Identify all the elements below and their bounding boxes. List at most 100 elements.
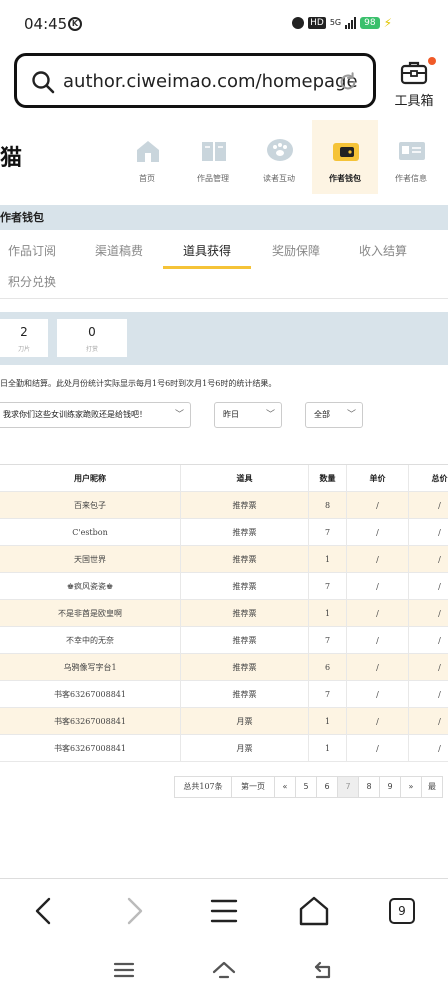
tab-items-received[interactable]: 道具获得 [183, 242, 231, 259]
tab-points-exchange[interactable]: 积分兑换 [8, 273, 56, 290]
nav-label: 首页 [139, 174, 155, 183]
table-cell: / [346, 492, 408, 519]
table-cell: 7 [308, 573, 346, 600]
stat-blade: 2 刀片 [0, 319, 48, 357]
table-cell: / [408, 681, 448, 708]
system-home-icon[interactable] [212, 958, 236, 982]
table-row: 百来包子 推荐票 8// [0, 492, 448, 519]
url-text[interactable]: author.ciweimao.com/homepage [63, 71, 358, 92]
tab-subscriptions[interactable]: 作品订阅 [8, 242, 56, 259]
page-button[interactable]: 6 [316, 776, 338, 798]
table-cell: 推荐票 [180, 627, 308, 654]
type-select[interactable]: 全部 ﹀ [305, 402, 363, 428]
table-cell: / [346, 735, 408, 762]
clock: 04:45 [24, 15, 68, 33]
site-logo[interactable]: 猫 [0, 140, 22, 172]
table-cell: 7 [308, 519, 346, 546]
pagination-total: 总共107条 [174, 776, 232, 798]
tabs-button[interactable]: 9 [389, 898, 415, 924]
header-cell: 用户昵称 [74, 473, 106, 483]
current-page[interactable]: 7 [337, 776, 359, 798]
chevron-down-icon: ﹀ [265, 410, 275, 420]
table-cell: 书客63267008841 [54, 744, 126, 753]
divider [0, 298, 448, 299]
tab-settlement[interactable]: 收入结算 [359, 242, 407, 259]
toolbox-button[interactable]: 工具箱 [390, 55, 438, 110]
charging-icon: ⚡ [383, 16, 392, 30]
table-cell: 不是非酋是欧皇啊 [58, 609, 122, 618]
stat-value: 0 [88, 325, 96, 339]
home-icon[interactable] [296, 893, 332, 929]
table-cell: 7 [308, 627, 346, 654]
stat-value: 2 [20, 325, 28, 339]
stat-caption: 打赏 [85, 346, 98, 353]
table-cell: 月票 [180, 735, 308, 762]
active-tab-indicator [163, 266, 251, 269]
page-button[interactable]: 8 [358, 776, 380, 798]
table-row: 不幸中的无奈 推荐票 7// [0, 627, 448, 654]
table-cell: 1 [308, 735, 346, 762]
paw-chat-icon [267, 139, 293, 161]
select-value: 我求你们这些女训练家跪败还是给钱吧！ [3, 410, 147, 419]
table-cell: 1 [308, 600, 346, 627]
menu-icon[interactable] [206, 893, 242, 929]
tab-rewards[interactable]: 奖励保障 [272, 242, 320, 259]
address-bar[interactable]: author.ciweimao.com/homepage [14, 53, 376, 108]
table-cell: / [346, 654, 408, 681]
table-row: 不是非酋是欧皇啊 推荐票 1// [0, 600, 448, 627]
chevron-down-icon: ﹀ [346, 410, 356, 420]
tab-channel-fees[interactable]: 渠道稿费 [95, 242, 143, 259]
table-row: ♚疯风瓷瓷♚ 推荐票 7// [0, 573, 448, 600]
book-select[interactable]: 我求你们这些女训练家跪败还是给钱吧！ ﹀ [0, 402, 191, 428]
table-cell: ♚疯风瓷瓷♚ [66, 582, 114, 591]
first-page-button[interactable]: 第一页 [231, 776, 275, 798]
table-cell: 推荐票 [180, 654, 308, 681]
table-cell: / [408, 573, 448, 600]
period-select[interactable]: 昨日 ﹀ [214, 402, 282, 428]
id-card-icon [399, 142, 425, 160]
table-cell: 推荐票 [180, 492, 308, 519]
last-page-button[interactable]: 最 [421, 776, 443, 798]
table-cell: / [346, 600, 408, 627]
nav-label: 读者互动 [263, 174, 295, 183]
page-button[interactable]: 5 [295, 776, 317, 798]
table-cell: / [408, 654, 448, 681]
reload-icon[interactable] [337, 71, 359, 93]
select-value: 昨日 [223, 410, 239, 419]
table-cell: 天国世界 [74, 555, 106, 564]
nav-profile[interactable]: 作者信息 [378, 120, 444, 194]
alarm-icon [292, 17, 305, 29]
table-row: C'estbon 推荐票 7// [0, 519, 448, 546]
table-cell: 百来包子 [74, 501, 106, 510]
section-title: 作者钱包 [0, 205, 448, 230]
table-cell: 乌鸦像写字台1 [63, 663, 117, 672]
table-row: 天国世界 推荐票 1// [0, 546, 448, 573]
table-row: 乌鸦像写字台1 推荐票 6// [0, 654, 448, 681]
stat-tips: 0 打赏 [57, 319, 127, 357]
page-button[interactable]: 9 [379, 776, 401, 798]
hd-icon: HD [308, 17, 326, 29]
nav-readers[interactable]: 读者互动 [246, 120, 312, 194]
table-cell: / [346, 573, 408, 600]
table-cell: / [346, 627, 408, 654]
table-cell: 1 [308, 546, 346, 573]
table-cell: 书客63267008841 [54, 717, 126, 726]
system-menu-icon[interactable] [112, 958, 136, 982]
back-icon[interactable] [26, 893, 62, 929]
table-row: 书客63267008841 月票 1// [0, 708, 448, 735]
nav-works[interactable]: 作品管理 [180, 120, 246, 194]
table-cell: 6 [308, 654, 346, 681]
table-cell: 推荐票 [180, 681, 308, 708]
pagination: 总共107条 第一页 « 5 6 7 8 9 » 最 [174, 776, 443, 798]
nav-label: 作品管理 [197, 174, 229, 183]
network-label: 5G [329, 18, 342, 27]
forward-icon[interactable] [116, 893, 152, 929]
stat-caption: 刀片 [17, 346, 30, 353]
system-back-icon[interactable] [312, 958, 336, 982]
next-page-button[interactable]: » [400, 776, 422, 798]
prev-page-button[interactable]: « [274, 776, 296, 798]
table-cell: / [408, 600, 448, 627]
nav-wallet[interactable]: 作者钱包 [312, 120, 378, 194]
table-cell: / [346, 708, 408, 735]
nav-home[interactable]: 首页 [114, 120, 180, 194]
